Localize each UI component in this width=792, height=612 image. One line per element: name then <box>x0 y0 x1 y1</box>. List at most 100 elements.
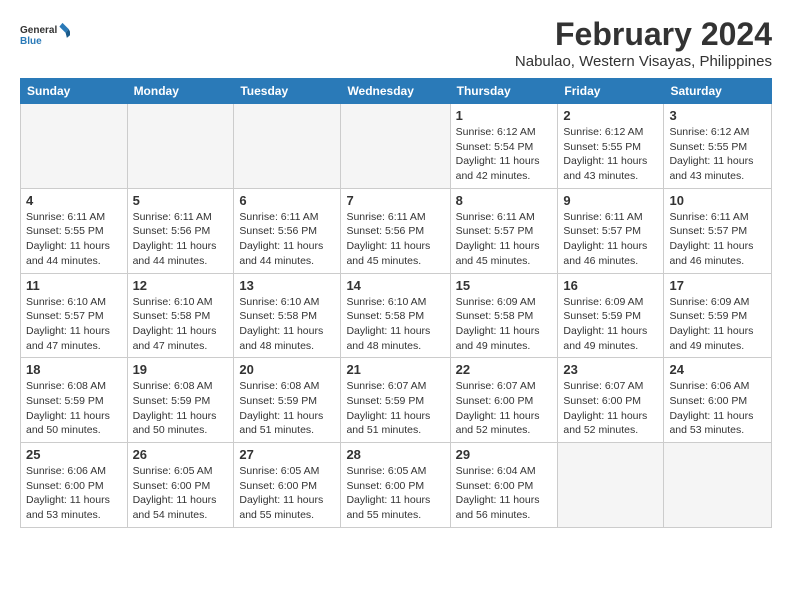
day-number: 24 <box>669 362 766 377</box>
col-header-saturday: Saturday <box>664 79 772 104</box>
header: General Blue February 2024 Nabulao, West… <box>20 16 772 70</box>
day-info: Sunrise: 6:05 AM Sunset: 6:00 PM Dayligh… <box>239 464 335 523</box>
day-number: 28 <box>346 447 444 462</box>
day-info: Sunrise: 6:04 AM Sunset: 6:00 PM Dayligh… <box>456 464 553 523</box>
day-info: Sunrise: 6:09 AM Sunset: 5:59 PM Dayligh… <box>563 295 658 354</box>
calendar-cell: 15 Sunrise: 6:09 AM Sunset: 5:58 PM Dayli… <box>450 273 558 358</box>
day-info: Sunrise: 6:11 AM Sunset: 5:57 PM Dayligh… <box>669 210 766 269</box>
col-header-sunday: Sunday <box>21 79 128 104</box>
calendar-cell: 8 Sunrise: 6:11 AM Sunset: 5:57 PM Daylig… <box>450 188 558 273</box>
logo: General Blue <box>20 16 70 56</box>
calendar-cell: 2 Sunrise: 6:12 AM Sunset: 5:55 PM Daylig… <box>558 104 664 189</box>
svg-text:General: General <box>20 25 57 36</box>
calendar-cell <box>127 104 234 189</box>
calendar-cell: 17 Sunrise: 6:09 AM Sunset: 5:59 PM Dayli… <box>664 273 772 358</box>
day-info: Sunrise: 6:11 AM Sunset: 5:56 PM Dayligh… <box>133 210 229 269</box>
calendar-cell <box>21 104 128 189</box>
day-info: Sunrise: 6:10 AM Sunset: 5:57 PM Dayligh… <box>26 295 122 354</box>
day-info: Sunrise: 6:11 AM Sunset: 5:56 PM Dayligh… <box>239 210 335 269</box>
logo-svg: General Blue <box>20 16 70 56</box>
col-header-thursday: Thursday <box>450 79 558 104</box>
day-info: Sunrise: 6:10 AM Sunset: 5:58 PM Dayligh… <box>239 295 335 354</box>
calendar-cell: 29 Sunrise: 6:04 AM Sunset: 6:00 PM Dayli… <box>450 443 558 528</box>
calendar-cell: 13 Sunrise: 6:10 AM Sunset: 5:58 PM Dayli… <box>234 273 341 358</box>
col-header-monday: Monday <box>127 79 234 104</box>
calendar-cell: 22Sunrise: 6:07 AM Sunset: 6:00 PM Dayli… <box>450 358 558 443</box>
calendar-cell: 25 Sunrise: 6:06 AM Sunset: 6:00 PM Dayli… <box>21 443 128 528</box>
day-number: 23 <box>563 362 658 377</box>
calendar-cell <box>558 443 664 528</box>
week-row-4: 18 Sunrise: 6:08 AM Sunset: 5:59 PM Dayli… <box>21 358 772 443</box>
day-number: 27 <box>239 447 335 462</box>
calendar-cell: 19 Sunrise: 6:08 AM Sunset: 5:59 PM Dayli… <box>127 358 234 443</box>
day-number: 6 <box>239 193 335 208</box>
day-info: Sunrise: 6:08 AM Sunset: 5:59 PM Dayligh… <box>26 379 122 438</box>
day-info: Sunrise: 6:09 AM Sunset: 5:59 PM Dayligh… <box>669 295 766 354</box>
calendar-cell: 1 Sunrise: 6:12 AM Sunset: 5:54 PM Daylig… <box>450 104 558 189</box>
calendar-cell <box>234 104 341 189</box>
day-info: Sunrise: 6:12 AM Sunset: 5:54 PM Dayligh… <box>456 125 553 184</box>
day-number: 15 <box>456 278 553 293</box>
day-info: Sunrise: 6:07 AM Sunset: 5:59 PM Dayligh… <box>346 379 444 438</box>
calendar-cell: 9 Sunrise: 6:11 AM Sunset: 5:57 PM Daylig… <box>558 188 664 273</box>
day-info: Sunrise: 6:05 AM Sunset: 6:00 PM Dayligh… <box>346 464 444 523</box>
calendar-cell: 26 Sunrise: 6:05 AM Sunset: 6:00 PM Dayli… <box>127 443 234 528</box>
day-number: 22 <box>456 362 553 377</box>
day-number: 14 <box>346 278 444 293</box>
calendar-cell: 16 Sunrise: 6:09 AM Sunset: 5:59 PM Dayli… <box>558 273 664 358</box>
week-row-3: 11Sunrise: 6:10 AM Sunset: 5:57 PM Dayli… <box>21 273 772 358</box>
svg-text:Blue: Blue <box>20 36 42 47</box>
month-title: February 2024 <box>515 16 772 53</box>
day-info: Sunrise: 6:11 AM Sunset: 5:56 PM Dayligh… <box>346 210 444 269</box>
day-info: Sunrise: 6:11 AM Sunset: 5:57 PM Dayligh… <box>456 210 553 269</box>
calendar-cell: 6 Sunrise: 6:11 AM Sunset: 5:56 PM Daylig… <box>234 188 341 273</box>
day-number: 12 <box>133 278 229 293</box>
calendar-cell: 11Sunrise: 6:10 AM Sunset: 5:57 PM Dayli… <box>21 273 128 358</box>
day-info: Sunrise: 6:11 AM Sunset: 5:55 PM Dayligh… <box>26 210 122 269</box>
day-number: 29 <box>456 447 553 462</box>
day-info: Sunrise: 6:10 AM Sunset: 5:58 PM Dayligh… <box>346 295 444 354</box>
day-number: 7 <box>346 193 444 208</box>
calendar-cell: 10 Sunrise: 6:11 AM Sunset: 5:57 PM Dayli… <box>664 188 772 273</box>
day-number: 18 <box>26 362 122 377</box>
calendar-cell: 7 Sunrise: 6:11 AM Sunset: 5:56 PM Daylig… <box>341 188 450 273</box>
day-number: 1 <box>456 108 553 123</box>
day-info: Sunrise: 6:10 AM Sunset: 5:58 PM Dayligh… <box>133 295 229 354</box>
day-info: Sunrise: 6:06 AM Sunset: 6:00 PM Dayligh… <box>26 464 122 523</box>
calendar-cell: 24Sunrise: 6:06 AM Sunset: 6:00 PM Dayli… <box>664 358 772 443</box>
day-number: 16 <box>563 278 658 293</box>
calendar-cell: 21 Sunrise: 6:07 AM Sunset: 5:59 PM Dayli… <box>341 358 450 443</box>
day-number: 8 <box>456 193 553 208</box>
day-number: 4 <box>26 193 122 208</box>
day-info: Sunrise: 6:08 AM Sunset: 5:59 PM Dayligh… <box>133 379 229 438</box>
day-info: Sunrise: 6:11 AM Sunset: 5:57 PM Dayligh… <box>563 210 658 269</box>
col-header-friday: Friday <box>558 79 664 104</box>
day-number: 13 <box>239 278 335 293</box>
calendar-cell: 5Sunrise: 6:11 AM Sunset: 5:56 PM Daylig… <box>127 188 234 273</box>
calendar-table: SundayMondayTuesdayWednesdayThursdayFrid… <box>20 78 772 528</box>
col-header-tuesday: Tuesday <box>234 79 341 104</box>
day-number: 9 <box>563 193 658 208</box>
calendar-cell <box>664 443 772 528</box>
day-number: 21 <box>346 362 444 377</box>
day-number: 26 <box>133 447 229 462</box>
day-number: 10 <box>669 193 766 208</box>
calendar-cell: 27 Sunrise: 6:05 AM Sunset: 6:00 PM Dayli… <box>234 443 341 528</box>
day-info: Sunrise: 6:07 AM Sunset: 6:00 PM Dayligh… <box>563 379 658 438</box>
week-row-5: 25 Sunrise: 6:06 AM Sunset: 6:00 PM Dayli… <box>21 443 772 528</box>
day-number: 2 <box>563 108 658 123</box>
title-area: February 2024 Nabulao, Western Visayas, … <box>515 16 772 70</box>
day-number: 19 <box>133 362 229 377</box>
calendar-cell: 4 Sunrise: 6:11 AM Sunset: 5:55 PM Daylig… <box>21 188 128 273</box>
day-info: Sunrise: 6:12 AM Sunset: 5:55 PM Dayligh… <box>563 125 658 184</box>
week-row-1: 1 Sunrise: 6:12 AM Sunset: 5:54 PM Daylig… <box>21 104 772 189</box>
day-number: 3 <box>669 108 766 123</box>
week-row-2: 4 Sunrise: 6:11 AM Sunset: 5:55 PM Daylig… <box>21 188 772 273</box>
day-info: Sunrise: 6:09 AM Sunset: 5:58 PM Dayligh… <box>456 295 553 354</box>
day-number: 17 <box>669 278 766 293</box>
location-subtitle: Nabulao, Western Visayas, Philippines <box>515 53 772 70</box>
day-info: Sunrise: 6:05 AM Sunset: 6:00 PM Dayligh… <box>133 464 229 523</box>
calendar-cell: 14 Sunrise: 6:10 AM Sunset: 5:58 PM Dayli… <box>341 273 450 358</box>
day-number: 25 <box>26 447 122 462</box>
calendar-cell: 20Sunrise: 6:08 AM Sunset: 5:59 PM Dayli… <box>234 358 341 443</box>
